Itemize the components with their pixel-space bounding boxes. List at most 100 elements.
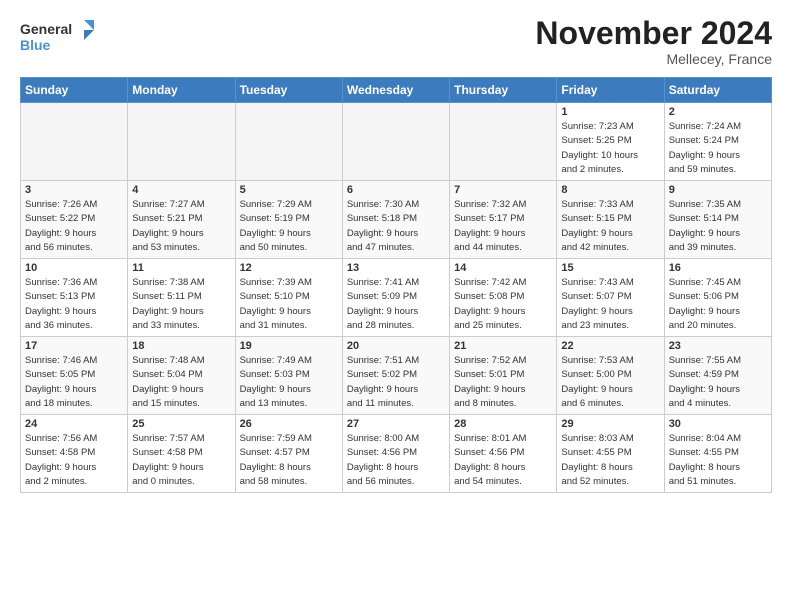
col-wednesday: Wednesday xyxy=(342,78,449,103)
calendar-cell: 29Sunrise: 8:03 AMSunset: 4:55 PMDayligh… xyxy=(557,415,664,493)
day-number: 9 xyxy=(669,184,767,196)
day-info: Sunrise: 7:33 AMSunset: 5:15 PMDaylight:… xyxy=(561,198,659,255)
day-info: Sunrise: 7:52 AMSunset: 5:01 PMDaylight:… xyxy=(454,354,552,411)
day-info: Sunrise: 7:56 AMSunset: 4:58 PMDaylight:… xyxy=(25,432,123,489)
calendar-cell: 14 Sunrise: 7:42 AMSunset: 5:08 PMDayligh… xyxy=(450,259,557,337)
calendar-cell: 22 Sunrise: 7:53 AMSunset: 5:00 PMDayligh… xyxy=(557,337,664,415)
calendar-cell: 16 Sunrise: 7:45 AMSunset: 5:06 PMDayligh… xyxy=(664,259,771,337)
day-number: 30 xyxy=(669,418,767,430)
calendar-cell: 5 Sunrise: 7:29 AMSunset: 5:19 PMDaylight… xyxy=(235,181,342,259)
day-info: Sunrise: 7:46 AMSunset: 5:05 PMDaylight:… xyxy=(25,354,123,411)
calendar-cell: 21 Sunrise: 7:52 AMSunset: 5:01 PMDayligh… xyxy=(450,337,557,415)
day-info: Sunrise: 7:43 AMSunset: 5:07 PMDaylight:… xyxy=(561,276,659,333)
day-number: 12 xyxy=(240,262,338,274)
day-info: Sunrise: 7:41 AMSunset: 5:09 PMDaylight:… xyxy=(347,276,445,333)
calendar-cell: 8 Sunrise: 7:33 AMSunset: 5:15 PMDaylight… xyxy=(557,181,664,259)
day-info: Sunrise: 7:42 AMSunset: 5:08 PMDaylight:… xyxy=(454,276,552,333)
day-number: 21 xyxy=(454,340,552,352)
calendar-cell: 1 Sunrise: 7:23 AMSunset: 5:25 PMDaylight… xyxy=(557,103,664,181)
day-number: 11 xyxy=(132,262,230,274)
calendar-cell: 27Sunrise: 8:00 AMSunset: 4:56 PMDayligh… xyxy=(342,415,449,493)
day-number: 17 xyxy=(25,340,123,352)
calendar-cell xyxy=(235,103,342,181)
calendar-cell: 24 Sunrise: 7:56 AMSunset: 4:58 PMDayligh… xyxy=(21,415,128,493)
page-container: General Blue November 2024 Mellecey, Fra… xyxy=(0,0,792,503)
day-info: Sunrise: 7:51 AMSunset: 5:02 PMDaylight:… xyxy=(347,354,445,411)
day-info: Sunrise: 7:23 AMSunset: 5:25 PMDaylight:… xyxy=(561,120,659,177)
col-friday: Friday xyxy=(557,78,664,103)
day-number: 2 xyxy=(669,106,767,118)
logo: General Blue xyxy=(20,16,100,60)
calendar-cell xyxy=(21,103,128,181)
svg-text:Blue: Blue xyxy=(20,37,51,53)
col-sunday: Sunday xyxy=(21,78,128,103)
day-number: 18 xyxy=(132,340,230,352)
day-number: 15 xyxy=(561,262,659,274)
calendar-cell: 25Sunrise: 7:57 AMSunset: 4:58 PMDayligh… xyxy=(128,415,235,493)
day-info: Sunrise: 7:30 AMSunset: 5:18 PMDaylight:… xyxy=(347,198,445,255)
calendar-header: Sunday Monday Tuesday Wednesday Thursday… xyxy=(21,78,772,103)
day-number: 19 xyxy=(240,340,338,352)
svg-text:General: General xyxy=(20,21,72,37)
calendar-cell: 10 Sunrise: 7:36 AMSunset: 5:13 PMDayligh… xyxy=(21,259,128,337)
calendar-body: 1 Sunrise: 7:23 AMSunset: 5:25 PMDaylight… xyxy=(21,103,772,493)
day-info: Sunrise: 7:38 AMSunset: 5:11 PMDaylight:… xyxy=(132,276,230,333)
col-monday: Monday xyxy=(128,78,235,103)
calendar-cell: 28Sunrise: 8:01 AMSunset: 4:56 PMDayligh… xyxy=(450,415,557,493)
col-saturday: Saturday xyxy=(664,78,771,103)
day-info: Sunrise: 7:59 AMSunset: 4:57 PMDaylight:… xyxy=(240,432,338,489)
day-number: 28 xyxy=(454,418,552,430)
day-info: Sunrise: 7:49 AMSunset: 5:03 PMDaylight:… xyxy=(240,354,338,411)
title-block: November 2024 Mellecey, France xyxy=(535,16,772,67)
day-info: Sunrise: 8:03 AMSunset: 4:55 PMDaylight:… xyxy=(561,432,659,489)
calendar-cell: 11 Sunrise: 7:38 AMSunset: 5:11 PMDayligh… xyxy=(128,259,235,337)
logo-svg: General Blue xyxy=(20,16,100,60)
day-number: 27 xyxy=(347,418,445,430)
calendar-cell: 23Sunrise: 7:55 AMSunset: 4:59 PMDayligh… xyxy=(664,337,771,415)
day-info: Sunrise: 7:26 AMSunset: 5:22 PMDaylight:… xyxy=(25,198,123,255)
day-number: 14 xyxy=(454,262,552,274)
day-number: 4 xyxy=(132,184,230,196)
calendar-cell: 12Sunrise: 7:39 AMSunset: 5:10 PMDayligh… xyxy=(235,259,342,337)
calendar-cell: 2 Sunrise: 7:24 AMSunset: 5:24 PMDaylight… xyxy=(664,103,771,181)
calendar-week-1: 1 Sunrise: 7:23 AMSunset: 5:25 PMDaylight… xyxy=(21,103,772,181)
calendar-cell: 30 Sunrise: 8:04 AMSunset: 4:55 PMDayligh… xyxy=(664,415,771,493)
calendar-cell: 15 Sunrise: 7:43 AMSunset: 5:07 PMDayligh… xyxy=(557,259,664,337)
day-number: 16 xyxy=(669,262,767,274)
calendar-cell: 26Sunrise: 7:59 AMSunset: 4:57 PMDayligh… xyxy=(235,415,342,493)
day-number: 6 xyxy=(347,184,445,196)
day-number: 8 xyxy=(561,184,659,196)
day-number: 5 xyxy=(240,184,338,196)
day-info: Sunrise: 7:53 AMSunset: 5:00 PMDaylight:… xyxy=(561,354,659,411)
calendar-cell xyxy=(342,103,449,181)
calendar-cell: 7Sunrise: 7:32 AMSunset: 5:17 PMDaylight… xyxy=(450,181,557,259)
col-tuesday: Tuesday xyxy=(235,78,342,103)
day-info: Sunrise: 7:24 AMSunset: 5:24 PMDaylight:… xyxy=(669,120,767,177)
day-number: 22 xyxy=(561,340,659,352)
day-number: 10 xyxy=(25,262,123,274)
header: General Blue November 2024 Mellecey, Fra… xyxy=(20,16,772,67)
day-info: Sunrise: 7:32 AMSunset: 5:17 PMDaylight:… xyxy=(454,198,552,255)
calendar-cell: 17 Sunrise: 7:46 AMSunset: 5:05 PMDayligh… xyxy=(21,337,128,415)
calendar-cell: 3Sunrise: 7:26 AMSunset: 5:22 PMDaylight… xyxy=(21,181,128,259)
location: Mellecey, France xyxy=(535,51,772,67)
calendar-cell: 6 Sunrise: 7:30 AMSunset: 5:18 PMDaylight… xyxy=(342,181,449,259)
day-number: 1 xyxy=(561,106,659,118)
calendar-cell xyxy=(128,103,235,181)
month-title: November 2024 xyxy=(535,16,772,51)
calendar-cell: 19 Sunrise: 7:49 AMSunset: 5:03 PMDayligh… xyxy=(235,337,342,415)
day-info: Sunrise: 7:29 AMSunset: 5:19 PMDaylight:… xyxy=(240,198,338,255)
day-info: Sunrise: 8:04 AMSunset: 4:55 PMDaylight:… xyxy=(669,432,767,489)
calendar-cell: 20Sunrise: 7:51 AMSunset: 5:02 PMDayligh… xyxy=(342,337,449,415)
calendar-cell: 18 Sunrise: 7:48 AMSunset: 5:04 PMDayligh… xyxy=(128,337,235,415)
day-info: Sunrise: 7:45 AMSunset: 5:06 PMDaylight:… xyxy=(669,276,767,333)
calendar-table: Sunday Monday Tuesday Wednesday Thursday… xyxy=(20,77,772,493)
day-number: 24 xyxy=(25,418,123,430)
day-info: Sunrise: 7:48 AMSunset: 5:04 PMDaylight:… xyxy=(132,354,230,411)
calendar-week-3: 10 Sunrise: 7:36 AMSunset: 5:13 PMDayligh… xyxy=(21,259,772,337)
calendar-week-4: 17 Sunrise: 7:46 AMSunset: 5:05 PMDayligh… xyxy=(21,337,772,415)
day-info: Sunrise: 7:36 AMSunset: 5:13 PMDaylight:… xyxy=(25,276,123,333)
day-info: Sunrise: 7:27 AMSunset: 5:21 PMDaylight:… xyxy=(132,198,230,255)
calendar-week-2: 3Sunrise: 7:26 AMSunset: 5:22 PMDaylight… xyxy=(21,181,772,259)
day-info: Sunrise: 7:35 AMSunset: 5:14 PMDaylight:… xyxy=(669,198,767,255)
